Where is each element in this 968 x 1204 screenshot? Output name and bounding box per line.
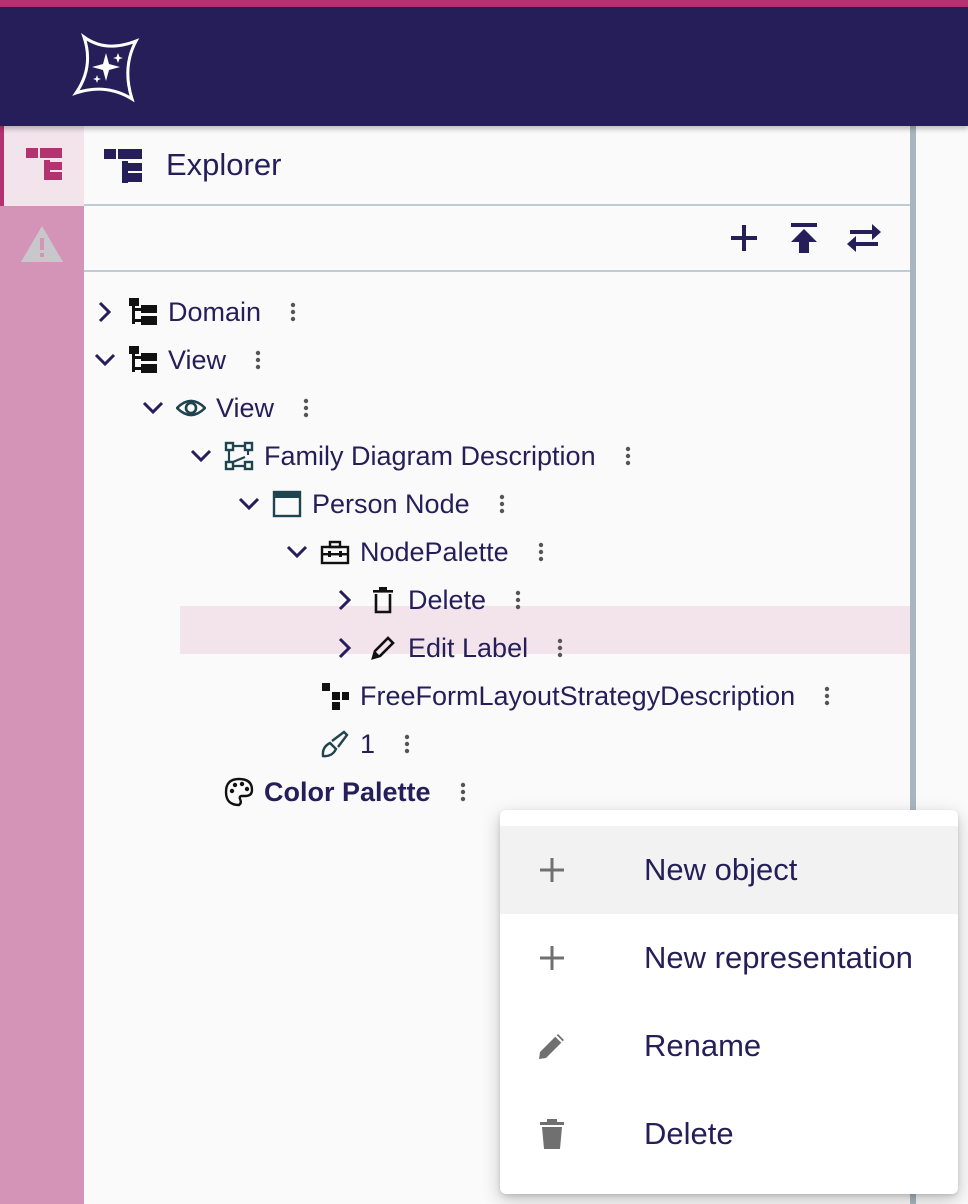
upload-icon — [789, 222, 819, 259]
validation-rail-button[interactable] — [0, 206, 84, 286]
more-vert-icon[interactable] — [531, 537, 551, 567]
top-accent-stripe — [0, 0, 968, 7]
tree-item[interactable]: Domain — [90, 288, 303, 336]
app-header — [0, 7, 968, 126]
tree-item[interactable]: Edit Label — [330, 624, 570, 672]
chevron-down-icon[interactable] — [90, 345, 120, 375]
plus-icon — [534, 940, 570, 976]
tree-item-label: Person Node — [312, 488, 470, 519]
plus-icon — [534, 852, 570, 888]
plus-icon — [729, 223, 759, 258]
tree-item-selected[interactable]: Color Palette — [186, 768, 473, 816]
rename-menu-item[interactable]: Rename — [500, 1002, 958, 1090]
tree-item[interactable]: Person Node — [234, 480, 512, 528]
warning-icon — [19, 224, 65, 269]
menu-item-label: New representation — [644, 940, 913, 975]
explorer-tree-icon — [24, 144, 64, 189]
menu-item-label: New object — [644, 852, 798, 887]
toolbox-icon — [320, 537, 350, 567]
tree-item[interactable]: 1 — [282, 720, 417, 768]
more-vert-icon[interactable] — [550, 633, 570, 663]
tree-item-label: Family Diagram Description — [264, 440, 596, 471]
explorer-title-bar: Explorer — [84, 126, 910, 206]
swap-arrows-icon — [846, 223, 882, 258]
palette-icon — [224, 777, 254, 807]
menu-item-label: Rename — [644, 1028, 762, 1063]
trash-icon — [534, 1116, 570, 1152]
layout-squares-icon — [320, 681, 350, 711]
more-vert-icon[interactable] — [248, 345, 268, 375]
node-box-icon — [272, 489, 302, 519]
more-vert-icon[interactable] — [397, 729, 417, 759]
new-model-button[interactable] — [724, 220, 764, 260]
eye-icon — [176, 393, 206, 423]
diagram-nodes-icon — [224, 441, 254, 471]
upload-model-button[interactable] — [784, 220, 824, 260]
tree-item-label: Domain — [168, 296, 262, 327]
tree-item[interactable]: View — [90, 336, 268, 384]
sirius-star-logo[interactable] — [70, 31, 142, 103]
tree-icon — [128, 297, 158, 327]
context-menu: New object New representation Rename Del… — [500, 810, 958, 1194]
edit-pencil-icon — [534, 1028, 570, 1064]
tree-item[interactable]: Delete — [330, 576, 528, 624]
tree-icon — [128, 345, 158, 375]
tree-item-label: 1 — [360, 728, 376, 759]
more-vert-icon[interactable] — [508, 585, 528, 615]
left-activity-rail — [0, 126, 84, 1204]
more-vert-icon[interactable] — [296, 393, 316, 423]
chevron-right-icon[interactable] — [330, 633, 360, 663]
brush-icon — [320, 729, 350, 759]
chevron-down-icon[interactable] — [234, 489, 264, 519]
tree-item[interactable]: FreeFormLayoutStrategyDescription — [282, 672, 837, 720]
more-vert-icon[interactable] — [283, 297, 303, 327]
tree-item-label: Edit Label — [408, 632, 529, 663]
panel-title: Explorer — [166, 147, 282, 182]
tree-item-label: FreeFormLayoutStrategyDescription — [360, 680, 796, 711]
tree-item[interactable]: View — [138, 384, 316, 432]
pencil-icon — [368, 633, 398, 663]
trash-outline-icon — [368, 585, 398, 615]
explorer-tree-icon — [104, 145, 144, 185]
chevron-down-icon[interactable] — [186, 441, 216, 471]
tree-item-label: NodePalette — [360, 536, 509, 567]
chevron-down-icon[interactable] — [282, 537, 312, 567]
more-vert-icon[interactable] — [492, 489, 512, 519]
explorer-toolbar — [84, 206, 910, 272]
new-representation-menu-item[interactable]: New representation — [500, 914, 958, 1002]
tree-item-label: View — [168, 344, 227, 375]
delete-menu-item[interactable]: Delete — [500, 1090, 958, 1178]
more-vert-icon[interactable] — [817, 681, 837, 711]
chevron-right-icon[interactable] — [90, 297, 120, 327]
chevron-down-icon[interactable] — [138, 393, 168, 423]
menu-item-label: Delete — [644, 1116, 734, 1151]
more-vert-icon[interactable] — [453, 777, 473, 807]
chevron-right-icon[interactable] — [330, 585, 360, 615]
more-vert-icon[interactable] — [618, 441, 638, 471]
tree-item-label: Delete — [408, 584, 487, 615]
new-object-menu-item[interactable]: New object — [500, 826, 958, 914]
tree-item[interactable]: Family Diagram Description — [186, 432, 638, 480]
synchronize-button[interactable] — [844, 220, 884, 260]
tree-item[interactable]: NodePalette — [282, 528, 551, 576]
tree-item-label: Color Palette — [264, 776, 431, 807]
explorer-rail-button[interactable] — [0, 126, 84, 206]
tree-item-label: View — [216, 392, 275, 423]
